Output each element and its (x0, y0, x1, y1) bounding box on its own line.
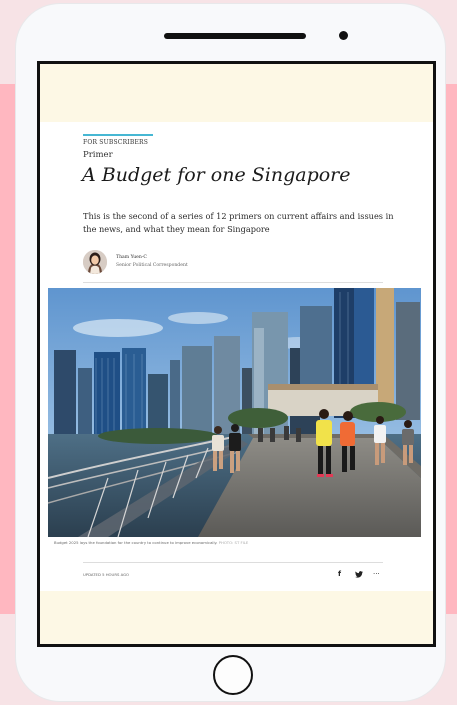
screen-top-area (40, 64, 433, 122)
facebook-icon[interactable]: f (338, 568, 341, 580)
article-page: FOR SUBSCRIBERS Primer A Budget for one … (40, 122, 433, 591)
speaker-grille (164, 33, 306, 39)
standfirst-line: the news, and what they mean for Singapo… (83, 224, 270, 234)
standfirst-line: This is the second of a series of 12 pri… (83, 211, 394, 221)
twitter-icon[interactable] (355, 568, 363, 580)
hero-image[interactable] (48, 288, 421, 537)
home-button[interactable] (213, 655, 253, 695)
author-name[interactable]: Tham Yuen-C (116, 255, 147, 260)
more-share-icon[interactable]: ··· (373, 568, 380, 580)
author-avatar[interactable] (83, 250, 107, 274)
author-role: Senior Political Correspondent (116, 263, 188, 268)
photo-caption: Budget 2025 lays the foundation for the … (54, 540, 248, 545)
article-standfirst: This is the second of a series of 12 pri… (83, 210, 398, 236)
twitter-bird-icon (355, 570, 363, 578)
subscriber-kicker: FOR SUBSCRIBERS (83, 139, 149, 146)
section-label[interactable]: Primer (83, 150, 113, 160)
byline-divider (83, 282, 383, 283)
camera-dot (339, 31, 348, 40)
author-portrait-icon (83, 250, 107, 274)
phone-screen: FOR SUBSCRIBERS Primer A Budget for one … (37, 61, 436, 647)
screen-bottom-area (40, 591, 433, 644)
caption-text: Budget 2025 lays the foundation for the … (54, 540, 218, 545)
photo-credit: PHOTO: ST FILE (218, 540, 249, 545)
singapore-skyline-photo (48, 288, 421, 537)
byline: Tham Yuen-C Senior Political Corresponde… (83, 250, 383, 280)
article-headline: A Budget for one Singapore (82, 164, 351, 186)
updated-timestamp: UPDATED 5 HOURS AGO (83, 572, 130, 577)
subscriber-rule (83, 134, 153, 136)
footer-divider (83, 562, 383, 563)
